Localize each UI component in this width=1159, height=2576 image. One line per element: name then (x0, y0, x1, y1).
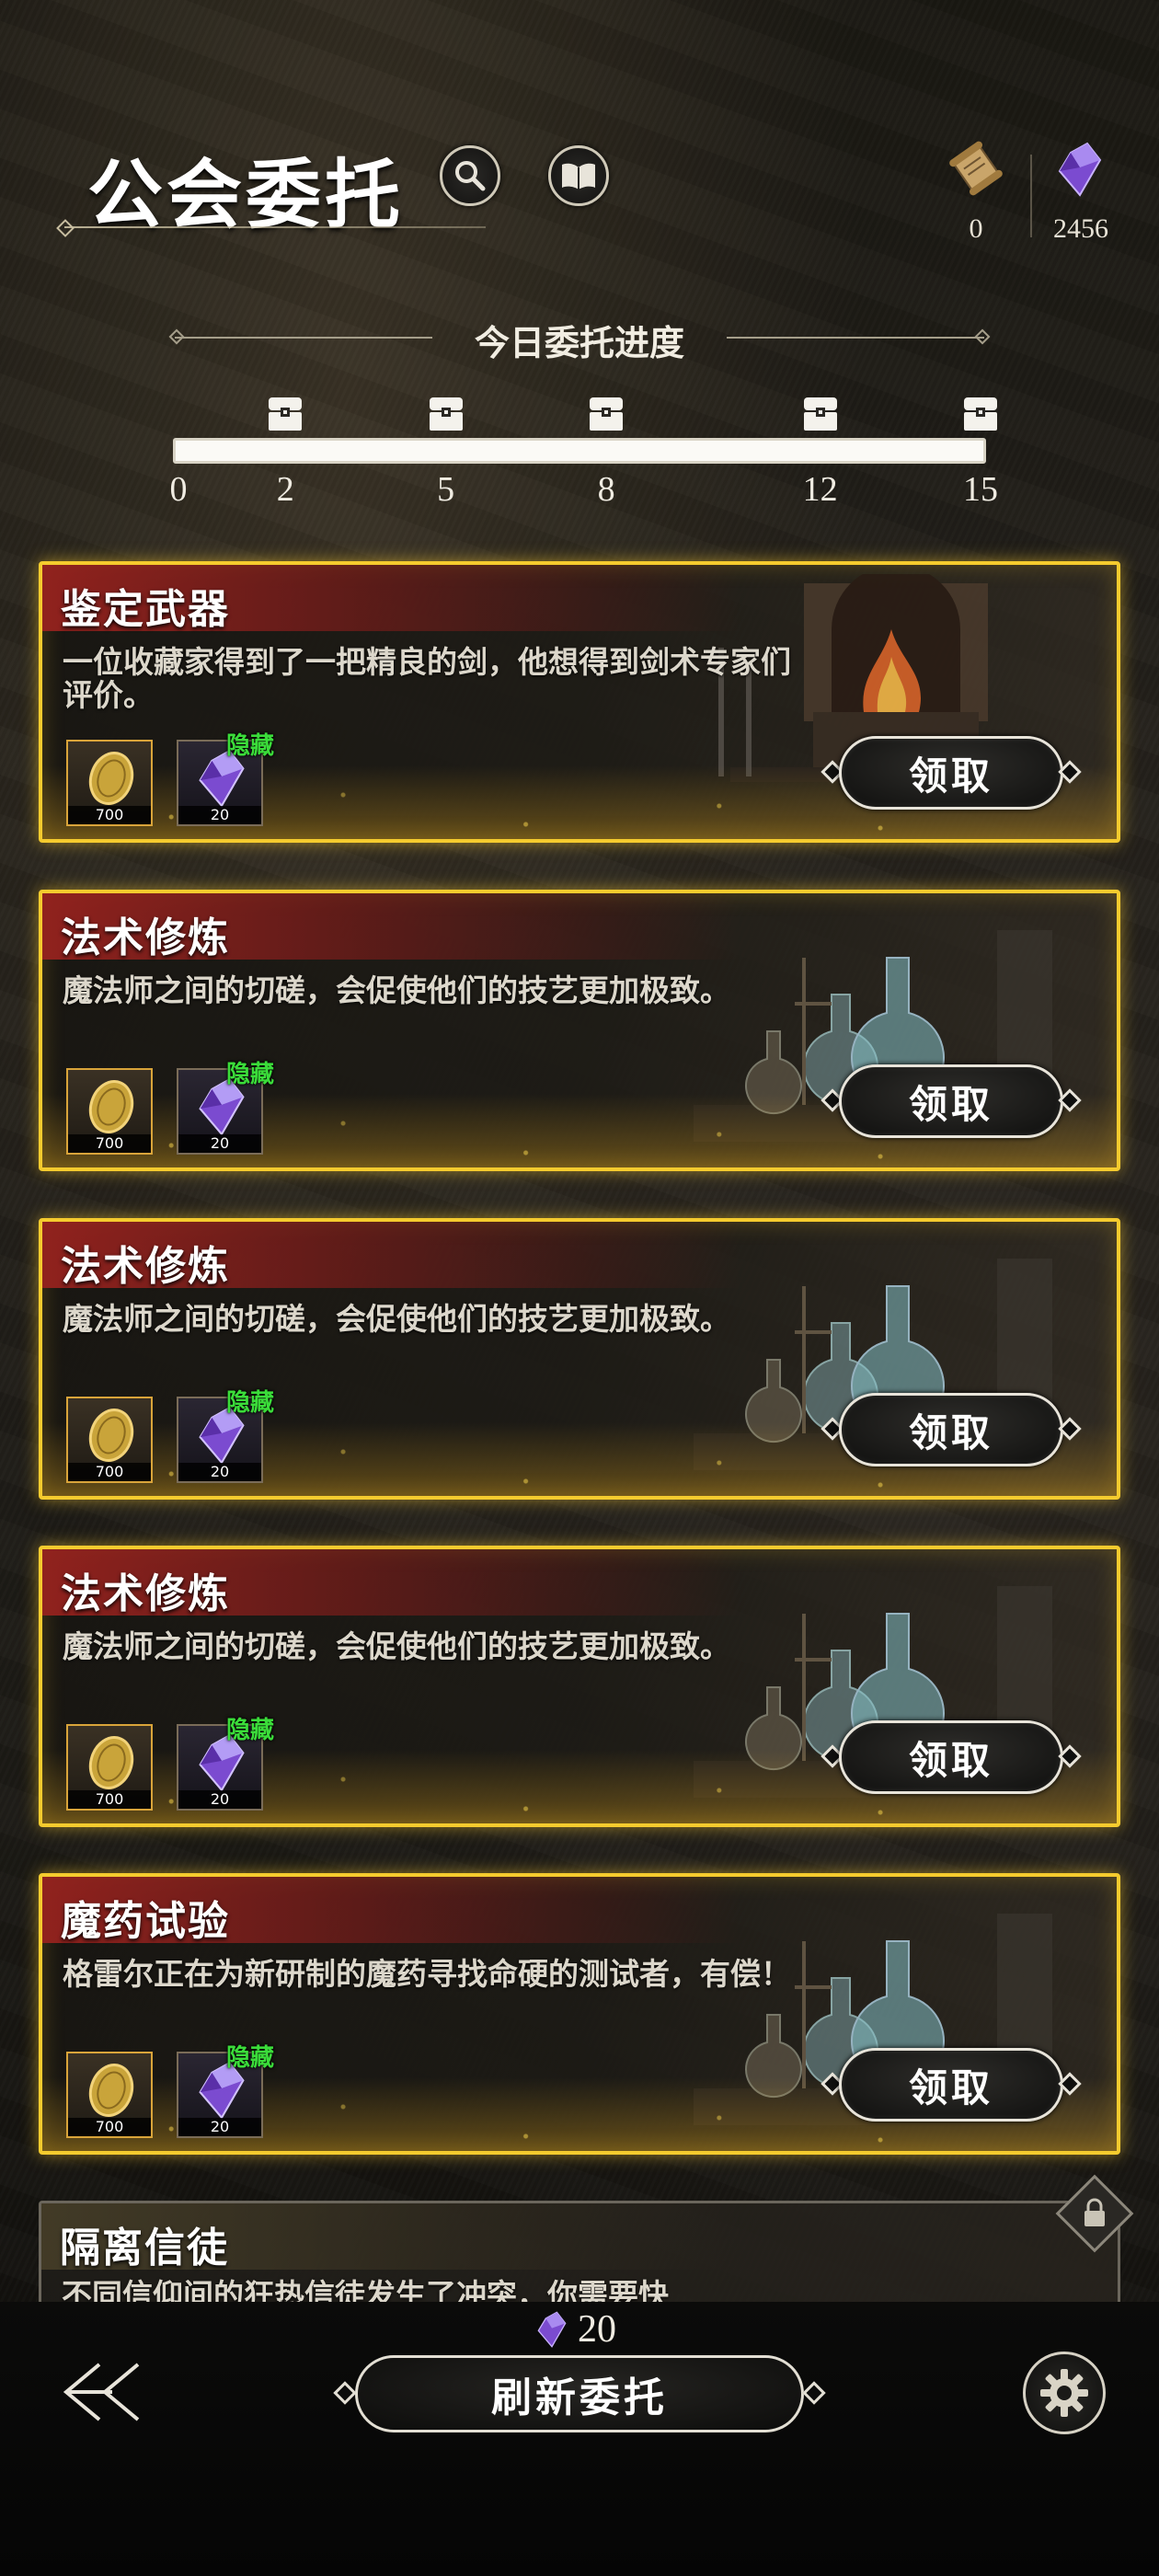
title-underline (64, 226, 486, 228)
purple-crystal-icon (537, 2311, 567, 2348)
search-button[interactable] (440, 145, 500, 206)
refresh-cost: 20 (534, 2302, 616, 2357)
hidden-reward-tag: 隐藏 (226, 1061, 275, 1088)
open-book-icon (562, 163, 595, 190)
quest-title: 法术修炼 (61, 1243, 230, 1290)
quest-card: 法术修炼魔法师之间的切磋，会促使他们的技艺更加极致。 700 20 隐藏 领取 (39, 1218, 1120, 1500)
quest-title-bar: 魔药试验 (42, 1877, 741, 1945)
quest-title: 法术修炼 (61, 1570, 230, 1617)
gold-coin-icon (88, 1080, 134, 1133)
reward-quantity: 20 (178, 806, 261, 824)
daily-progress-header: 今日委托进度 (168, 313, 991, 363)
scroll-icon (949, 141, 1003, 196)
locked-quest-card: 隔离信徒 不同信仰间的狂热信徒发生了冲突，你需要快 (39, 2201, 1120, 2311)
hidden-reward-tag: 隐藏 (226, 1389, 275, 1417)
reward-gold[interactable]: 700 (66, 740, 153, 826)
milestone-label: 8 (597, 470, 615, 509)
quest-card: 法术修炼魔法师之间的切磋，会促使他们的技艺更加极致。 700 20 隐藏 领取 (39, 890, 1120, 1171)
milestone-chest-icon[interactable] (802, 394, 839, 432)
quest-description: 一位收藏家得到了一把精良的剑，他想得到剑术专家们评价。 (63, 644, 791, 713)
milestone-chest-icon[interactable] (588, 394, 625, 432)
quest-title: 魔药试验 (61, 1898, 230, 1945)
hidden-reward-tag: 隐藏 (226, 1717, 275, 1744)
back-button[interactable] (57, 2355, 149, 2429)
settings-button[interactable] (1023, 2352, 1106, 2434)
quest-description: 格雷尔正在为新研制的魔药寻找命硬的测试者，有偿！ (63, 1956, 791, 1992)
gold-coin-icon (88, 752, 134, 805)
hidden-reward-tag: 隐藏 (226, 2044, 275, 2072)
claim-button[interactable]: 领取 (820, 2048, 1082, 2122)
reward-quantity: 20 (178, 1134, 261, 1153)
quest-description: 魔法师之间的切磋，会促使他们的技艺更加极致。 (63, 972, 730, 1008)
milestone-label: 12 (802, 470, 838, 509)
reward-quantity: 20 (178, 1790, 261, 1809)
quest-title: 法术修炼 (61, 914, 230, 961)
daily-progress-bar (173, 438, 986, 464)
reward-quantity: 700 (68, 1134, 151, 1153)
gold-coin-icon (88, 1736, 134, 1789)
quest-description: 魔法师之间的切磋，会促使他们的技艺更加极致。 (63, 1628, 730, 1664)
quest-title-bar: 法术修炼 (42, 1222, 741, 1290)
milestone-label: 15 (963, 470, 998, 509)
quest-description: 魔法师之间的切磋，会促使他们的技艺更加极致。 (63, 1301, 730, 1337)
crystal-count: 2456 (1053, 213, 1108, 244)
claim-button-label: 领取 (839, 736, 1063, 810)
quest-title-bar: 法术修炼 (42, 893, 741, 961)
claim-button[interactable]: 领取 (820, 1393, 1082, 1466)
gold-coin-icon (88, 2064, 134, 2117)
refresh-cost-value: 20 (578, 2308, 616, 2351)
daily-progress-fill (176, 441, 983, 461)
milestone-chest-icon[interactable] (428, 394, 465, 432)
reward-gold[interactable]: 700 (66, 1397, 153, 1483)
reward-quantity: 700 (68, 1463, 151, 1481)
quest-title-bar: 隔离信徒 (41, 2203, 740, 2271)
reward-quantity: 700 (68, 806, 151, 824)
magnifier-icon (455, 161, 486, 191)
claim-button-label: 领取 (839, 1393, 1063, 1466)
refresh-quests-button[interactable]: 刷新委托 (331, 2355, 828, 2432)
refresh-quests-label: 刷新委托 (355, 2355, 804, 2432)
claim-button-label: 领取 (839, 2048, 1063, 2122)
gear-icon (1040, 2369, 1088, 2417)
purple-crystal-icon (1058, 142, 1102, 197)
claim-button[interactable]: 领取 (820, 1720, 1082, 1794)
reward-quantity: 20 (178, 1463, 261, 1481)
milestone-label: 2 (276, 470, 294, 509)
reward-quantity: 700 (68, 2118, 151, 2136)
claim-button-label: 领取 (839, 1064, 1063, 1138)
lock-icon (1084, 2198, 1105, 2226)
milestone-label: 0 (169, 470, 188, 509)
reward-quantity: 700 (68, 1790, 151, 1809)
gold-coin-icon (88, 1409, 134, 1462)
milestone-chest-icon[interactable] (267, 394, 304, 432)
quest-card: 鉴定武器一位收藏家得到了一把精良的剑，他想得到剑术专家们评价。 700 20 隐藏 领取 (39, 561, 1120, 843)
milestone-label: 5 (437, 470, 455, 509)
milestone-chest-icon[interactable] (962, 394, 999, 432)
daily-progress-title: 今日委托进度 (474, 322, 684, 363)
reward-gold[interactable]: 700 (66, 1068, 153, 1155)
header: 公会委托 0 2456 (0, 0, 1159, 276)
quest-card: 魔药试验格雷尔正在为新研制的魔药寻找命硬的测试者，有偿！ 700 20 隐藏 领取 (39, 1873, 1120, 2155)
scroll-count: 0 (969, 213, 983, 244)
quest-title-bar: 鉴定武器 (42, 565, 741, 633)
quest-card: 法术修炼魔法师之间的切磋，会促使他们的技艺更加极致。 700 20 隐藏 领取 (39, 1546, 1120, 1827)
back-arrow-icon (63, 2363, 140, 2421)
quest-title-bar: 法术修炼 (42, 1549, 741, 1617)
codex-button[interactable] (548, 145, 609, 206)
hidden-reward-tag: 隐藏 (226, 732, 275, 760)
claim-button-label: 领取 (839, 1720, 1063, 1794)
claim-button[interactable]: 领取 (820, 736, 1082, 810)
reward-gold[interactable]: 700 (66, 1724, 153, 1811)
quest-title: 隔离信徒 (60, 2225, 229, 2271)
claim-button[interactable]: 领取 (820, 1064, 1082, 1138)
reward-gold[interactable]: 700 (66, 2052, 153, 2138)
reward-quantity: 20 (178, 2118, 261, 2136)
quest-title: 鉴定武器 (61, 586, 230, 633)
